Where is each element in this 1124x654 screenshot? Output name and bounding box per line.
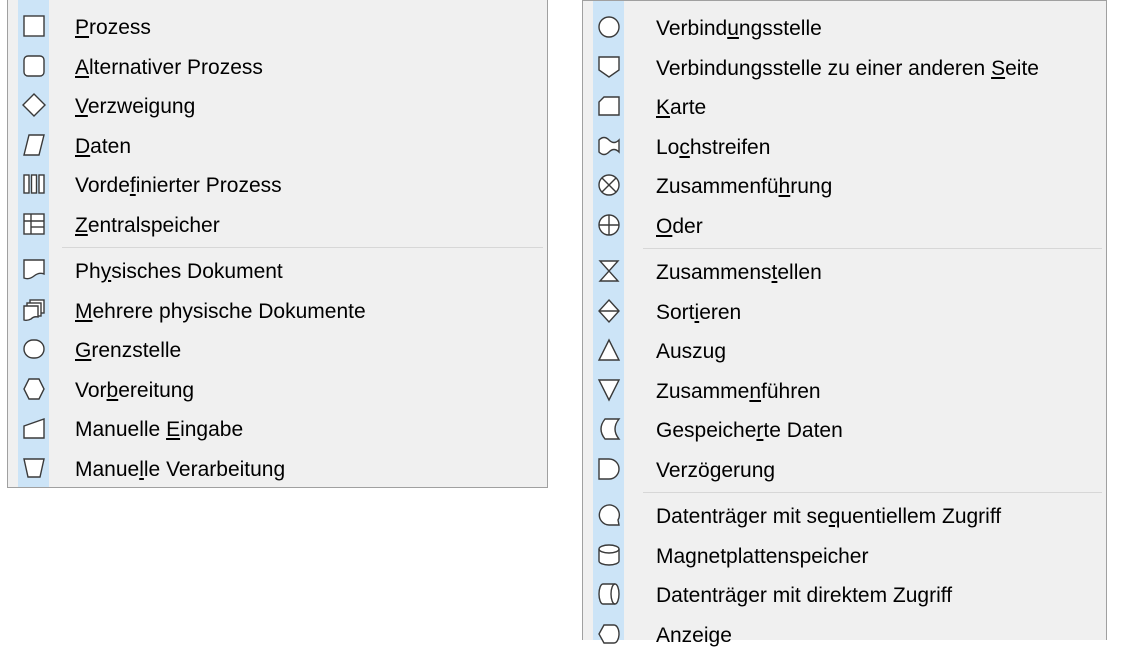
menu-separator: [643, 248, 1102, 249]
stored-data-icon: [595, 415, 623, 443]
menu-item-verzögerung[interactable]: Verzögerung: [583, 450, 1106, 489]
menu-item-vordefinierter-prozess[interactable]: Vordefinierter Prozess: [8, 165, 547, 204]
menu-item-label: Magnetplattenspeicher: [656, 544, 869, 568]
menu-item-karte[interactable]: Karte: [583, 87, 1106, 126]
process-icon: [20, 12, 48, 40]
menu-item-daten[interactable]: Daten: [8, 126, 547, 165]
magnetic-disk-icon: [595, 541, 623, 569]
punched-tape-icon: [595, 132, 623, 160]
menu-separator: [643, 492, 1102, 493]
menu-item-label: Zusammenführen: [656, 379, 821, 403]
menu-item-label: Datenträger mit sequentiellem Zugriff: [656, 505, 1002, 528]
menu-item-zusammenstellen[interactable]: Zusammenstellen: [583, 252, 1106, 291]
menu-item-label: Anzeige: [656, 623, 732, 647]
menu-item-zusammenführung[interactable]: Zusammenführung: [583, 166, 1106, 205]
menu-item-label: Mehrere physische Dokumente: [75, 299, 366, 323]
menu-item-manuelle-verarbeitung[interactable]: Manuelle Verarbeitung: [8, 449, 547, 488]
menu-item-gespeicherte-daten[interactable]: Gespeicherte Daten: [583, 410, 1106, 449]
menu-item-label: Daten: [75, 134, 132, 158]
sort-icon: [595, 297, 623, 325]
direct-access-icon: [595, 580, 623, 608]
sequential-access-icon: [595, 501, 623, 529]
menu-item-physisches-dokument[interactable]: Physisches Dokument: [8, 251, 547, 290]
menu-item-anzeige[interactable]: Anzeige: [583, 615, 1106, 654]
menu-item-verzweigung[interactable]: Verzweigung: [8, 86, 547, 125]
document-icon: [20, 256, 48, 284]
menu-separator: [62, 247, 543, 248]
menu-item-datenträger-mit-sequentiellem-zugriff[interactable]: Datenträger mit sequentiellem Zugriff: [583, 496, 1106, 535]
menu-item-label: Verbindungsstelle: [656, 17, 822, 40]
delay-icon: [595, 455, 623, 483]
multidocument-icon: [20, 296, 48, 324]
menu-item-label: Gespeicherte Daten: [656, 419, 843, 442]
menu-item-label: Alternativer Prozess: [75, 55, 263, 79]
merge-icon: [595, 376, 623, 404]
menu-item-label: Oder: [656, 214, 703, 238]
flowchart-menu-left: Prozess Alternativer Prozess Verzweigung Da…: [7, 0, 548, 488]
connector-icon: [595, 13, 623, 41]
menu-item-verbindungsstelle[interactable]: Verbindungsstelle: [583, 8, 1106, 47]
menu-item-prozess[interactable]: Prozess: [8, 7, 547, 46]
menu-item-label: Vordefinierter Prozess: [75, 174, 282, 197]
preparation-icon: [20, 375, 48, 403]
menu-item-grenzstelle[interactable]: Grenzstelle: [8, 330, 547, 369]
menu-item-oder[interactable]: Oder: [583, 206, 1106, 245]
menu-item-auszug[interactable]: Auszug: [583, 331, 1106, 370]
menu-item-verbindungsstelle-zu-einer-anderen-seite[interactable]: Verbindungsstelle zu einer anderen Seite: [583, 48, 1106, 87]
menu-item-label: Zusammenstellen: [656, 261, 822, 284]
or-icon: [595, 211, 623, 239]
menu-item-label: Zentralspeicher: [75, 213, 220, 237]
menu-item-label: Karte: [656, 96, 707, 119]
menu-item-label: Sortieren: [656, 300, 742, 324]
extract-icon: [595, 336, 623, 364]
menu-item-manuelle-eingabe[interactable]: Manuelle Eingabe: [8, 409, 547, 448]
manual-operation-icon: [20, 454, 48, 482]
menu-item-label: Verzweigung: [75, 95, 196, 118]
menu-item-label: Zusammenführung: [656, 175, 833, 198]
alternative-process-icon: [20, 52, 48, 80]
menu-item-label: Manuelle Verarbeitung: [75, 457, 286, 481]
menu-item-zusammenführen[interactable]: Zusammenführen: [583, 371, 1106, 410]
flowchart-menu-right: Verbindungsstelle Verbindungsstelle zu ei…: [582, 0, 1107, 647]
menu-item-alternativer-prozess[interactable]: Alternativer Prozess: [8, 47, 547, 86]
menu-item-label: Datenträger mit direktem Zugriff: [656, 584, 953, 607]
menu-item-vorbereitung[interactable]: Vorbereitung: [8, 370, 547, 409]
menu-item-label: Verbindungsstelle zu einer anderen Seite: [656, 56, 1039, 80]
off-page-connector-icon: [595, 53, 623, 81]
terminator-icon: [20, 335, 48, 363]
menu-item-label: Manuelle Eingabe: [75, 418, 244, 441]
manual-input-icon: [20, 414, 48, 442]
menu-item-label: Prozess: [75, 16, 151, 39]
menu-item-zentralspeicher[interactable]: Zentralspeicher: [8, 205, 547, 244]
menu-item-label: Lochstreifen: [656, 135, 771, 159]
menu-item-mehrere-physische-dokumente[interactable]: Mehrere physische Dokumente: [8, 291, 547, 330]
menu-item-datenträger-mit-direktem-zugriff[interactable]: Datenträger mit direktem Zugriff: [583, 575, 1106, 614]
menu-item-label: Verzögerung: [656, 458, 776, 482]
menu-item-label: Auszug: [656, 340, 727, 363]
menu-item-magnetplattenspeicher[interactable]: Magnetplattenspeicher: [583, 536, 1106, 575]
menu-item-label: Vorbereitung: [75, 378, 195, 402]
card-icon: [595, 92, 623, 120]
menu-item-sortieren[interactable]: Sortieren: [583, 292, 1106, 331]
data-icon: [20, 131, 48, 159]
collate-icon: [595, 257, 623, 285]
decision-icon: [20, 91, 48, 119]
predefined-process-icon: [20, 170, 48, 198]
internal-storage-icon: [20, 210, 48, 238]
menu-item-label: Physisches Dokument: [75, 260, 283, 283]
menu-item-label: Grenzstelle: [75, 339, 182, 362]
display-icon: [595, 620, 623, 648]
menu-item-lochstreifen[interactable]: Lochstreifen: [583, 127, 1106, 166]
summing-junction-icon: [595, 171, 623, 199]
